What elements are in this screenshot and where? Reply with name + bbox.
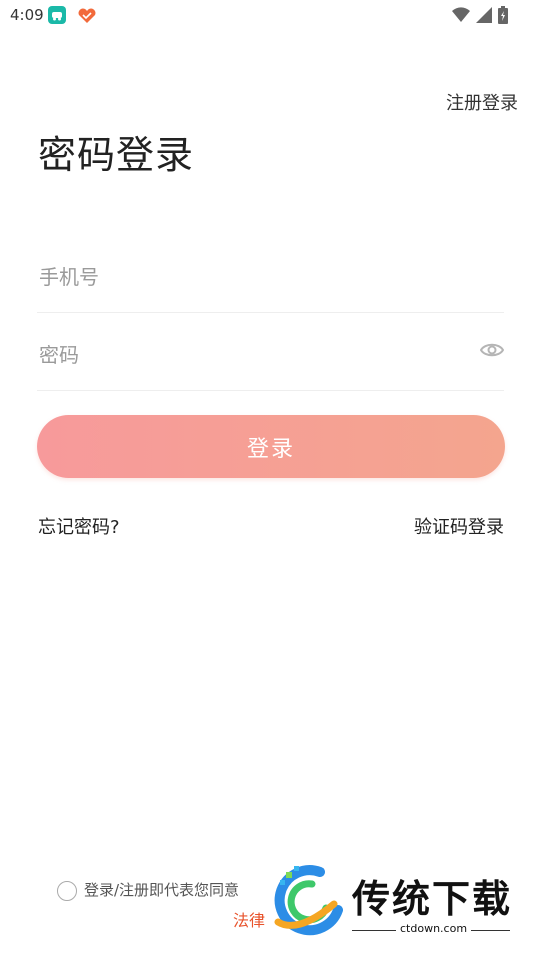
teal-app-icon	[48, 6, 66, 24]
eye-icon[interactable]	[479, 340, 505, 360]
watermark-brand: 传统下载	[352, 877, 513, 921]
login-button[interactable]: 登录	[37, 415, 505, 478]
code-login-link[interactable]: 验证码登录	[414, 513, 504, 539]
watermark-logo-icon	[268, 864, 348, 940]
forgot-password-link[interactable]: 忘记密码?	[38, 513, 120, 539]
page-title: 密码登录	[38, 133, 195, 177]
watermark-url: ctdown.com	[396, 922, 472, 935]
agreement-text: 登录/注册即代表您同意	[84, 881, 240, 899]
phone-field	[37, 242, 504, 313]
system-icons	[452, 6, 508, 28]
password-input[interactable]	[37, 334, 461, 376]
status-time: 4:09	[10, 6, 44, 24]
heart-app-icon	[77, 8, 97, 28]
agreement-link[interactable]: 法律	[233, 907, 265, 931]
password-field	[37, 320, 505, 391]
agreement-checkbox[interactable]	[57, 881, 77, 901]
register-login-link[interactable]: 注册登录	[446, 89, 518, 115]
battery-icon	[498, 6, 508, 28]
status-bar: 4:09	[0, 0, 540, 30]
phone-input[interactable]	[37, 256, 461, 298]
signal-icon	[476, 7, 492, 27]
wifi-icon	[452, 7, 470, 27]
watermark: 传统下载 ctdown.com	[268, 864, 518, 940]
